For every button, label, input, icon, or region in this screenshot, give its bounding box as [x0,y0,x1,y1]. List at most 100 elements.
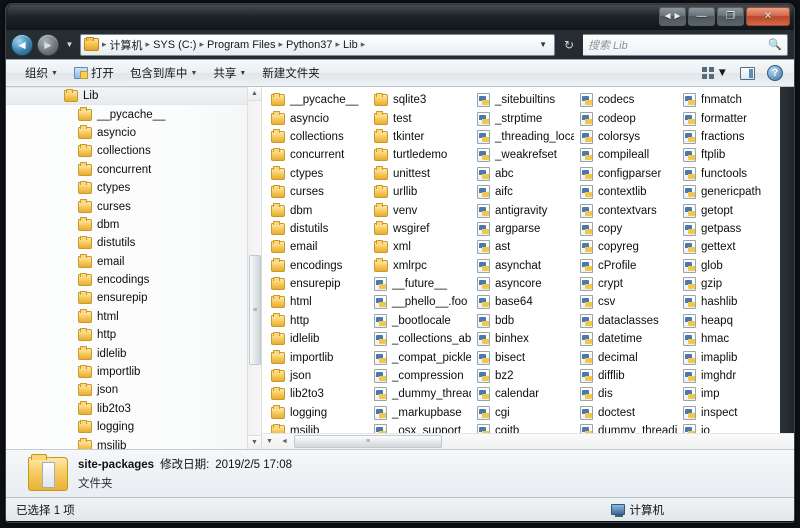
list-item[interactable]: unittest [369,165,472,183]
list-item[interactable]: bdb [472,312,575,330]
list-item[interactable]: urllib [369,183,472,201]
list-item[interactable]: ensurepip [266,275,369,293]
list-item[interactable]: __future__ [369,275,472,293]
breadcrumb-item-lib[interactable]: Lib [341,39,360,51]
list-item[interactable]: importlib [266,348,369,366]
list-item[interactable]: colorsys [575,128,678,146]
list-item[interactable]: crypt [575,275,678,293]
navpane-scrollbar[interactable]: ▲ ≡ ▼ [247,87,261,449]
list-item[interactable]: configparser [575,165,678,183]
list-item[interactable]: collections [266,128,369,146]
scroll-down-arrow[interactable]: ▼ [262,434,277,449]
list-item[interactable]: xml [369,238,472,256]
chevron-down-icon[interactable]: ▼ [534,40,552,49]
history-dropdown-icon[interactable]: ▼ [63,34,76,56]
list-item[interactable]: calendar [472,385,575,403]
list-item[interactable]: contextlib [575,183,678,201]
list-item[interactable]: aifc [472,183,575,201]
organize-button[interactable]: 组织 ▼ [18,62,65,84]
list-item[interactable]: csv [575,293,678,311]
tree-item-html[interactable]: html [6,308,261,326]
list-item[interactable]: heapq [678,312,781,330]
list-item[interactable]: lib2to3 [266,385,369,403]
list-item[interactable]: asynchat [472,257,575,275]
restore-down-button[interactable]: ◄► [659,7,686,26]
back-button[interactable]: ◄ [11,33,33,56]
list-item[interactable]: hmac [678,330,781,348]
list-item[interactable]: _sitebuiltins [472,91,575,109]
refresh-icon[interactable]: ↻ [559,34,579,56]
list-item[interactable]: asyncio [266,109,369,127]
list-item[interactable]: test [369,109,472,127]
list-item[interactable]: getpass [678,220,781,238]
list-item[interactable]: imp [678,385,781,403]
tree-item-dbm[interactable]: dbm [6,216,261,234]
tree-item-encodings[interactable]: encodings [6,271,261,289]
list-item[interactable]: html [266,293,369,311]
list-item[interactable]: sqlite3 [369,91,472,109]
tree-item-importlib[interactable]: importlib [6,363,261,381]
list-item[interactable]: binhex [472,330,575,348]
list-item[interactable]: venv [369,201,472,219]
list-item[interactable]: dbm [266,201,369,219]
list-item[interactable]: curses [266,183,369,201]
change-view-button[interactable]: ▼ [697,64,733,82]
minimize-button[interactable]: — [688,7,715,26]
list-item[interactable]: _compat_pickle [369,348,472,366]
tree-item-collections[interactable]: collections [6,142,261,160]
navpane-scroll-thumb[interactable]: ≡ [249,255,261,365]
breadcrumb-item-program-files[interactable]: Program Files [205,39,277,51]
tree-item-json[interactable]: json [6,381,261,399]
forward-button[interactable]: ► [37,33,59,56]
tree-item--pycache-[interactable]: __pycache__ [6,105,261,123]
breadcrumb-item-sys-c[interactable]: SYS (C:) [151,39,198,51]
list-item[interactable]: codecs [575,91,678,109]
list-item[interactable]: glob [678,257,781,275]
list-item[interactable]: inspect [678,404,781,422]
help-button[interactable]: ? [762,62,788,84]
list-item[interactable]: asyncore [472,275,575,293]
breadcrumb-item-computer[interactable]: 计算机 [108,37,145,53]
list-item[interactable]: email [266,238,369,256]
list-item[interactable]: ftplib [678,146,781,164]
file-list[interactable]: __pycache__ asyncio collections concurrent c… [262,87,794,449]
list-item[interactable]: genericpath [678,183,781,201]
list-item[interactable]: decimal [575,348,678,366]
search-input[interactable]: 搜索 Lib 🔍 [583,33,788,56]
scroll-up-arrow[interactable]: ▲ [248,87,261,101]
list-item[interactable]: _markupbase [369,404,472,422]
close-button[interactable]: ✕ [746,7,790,26]
preview-pane-button[interactable] [735,64,760,83]
tree-item-http[interactable]: http [6,326,261,344]
tree-item-curses[interactable]: curses [6,197,261,215]
list-item[interactable]: http [266,312,369,330]
list-item[interactable]: _threading_local [472,128,575,146]
list-item[interactable]: contextvars [575,201,678,219]
list-item[interactable]: turtledemo [369,146,472,164]
list-item[interactable]: imghdr [678,367,781,385]
tree-item-concurrent[interactable]: concurrent [6,161,261,179]
list-item[interactable]: difflib [575,367,678,385]
list-item[interactable]: wsgiref [369,220,472,238]
list-item[interactable]: base64 [472,293,575,311]
tree-item-ctypes[interactable]: ctypes [6,179,261,197]
list-item[interactable]: cgi [472,404,575,422]
tree-item-asyncio[interactable]: asyncio [6,124,261,142]
list-item[interactable]: abc [472,165,575,183]
list-item[interactable]: concurrent [266,146,369,164]
list-item[interactable]: dataclasses [575,312,678,330]
list-item[interactable]: datetime [575,330,678,348]
filelist-horizontal-scrollbar[interactable]: ▼ ◄ ≡ [262,433,794,449]
list-item[interactable]: fractions [678,128,781,146]
list-item[interactable]: bz2 [472,367,575,385]
list-item[interactable]: ctypes [266,165,369,183]
list-item[interactable]: _strptime [472,109,575,127]
tree-item-email[interactable]: email [6,253,261,271]
list-item[interactable]: imaplib [678,348,781,366]
list-item[interactable]: fnmatch [678,91,781,109]
maximize-button[interactable]: ❐ [717,7,744,26]
include-in-library-button[interactable]: 包含到库中 ▼ [123,62,204,84]
tree-item-idlelib[interactable]: idlelib [6,344,261,362]
tree-item-distutils[interactable]: distutils [6,234,261,252]
list-item[interactable]: idlelib [266,330,369,348]
